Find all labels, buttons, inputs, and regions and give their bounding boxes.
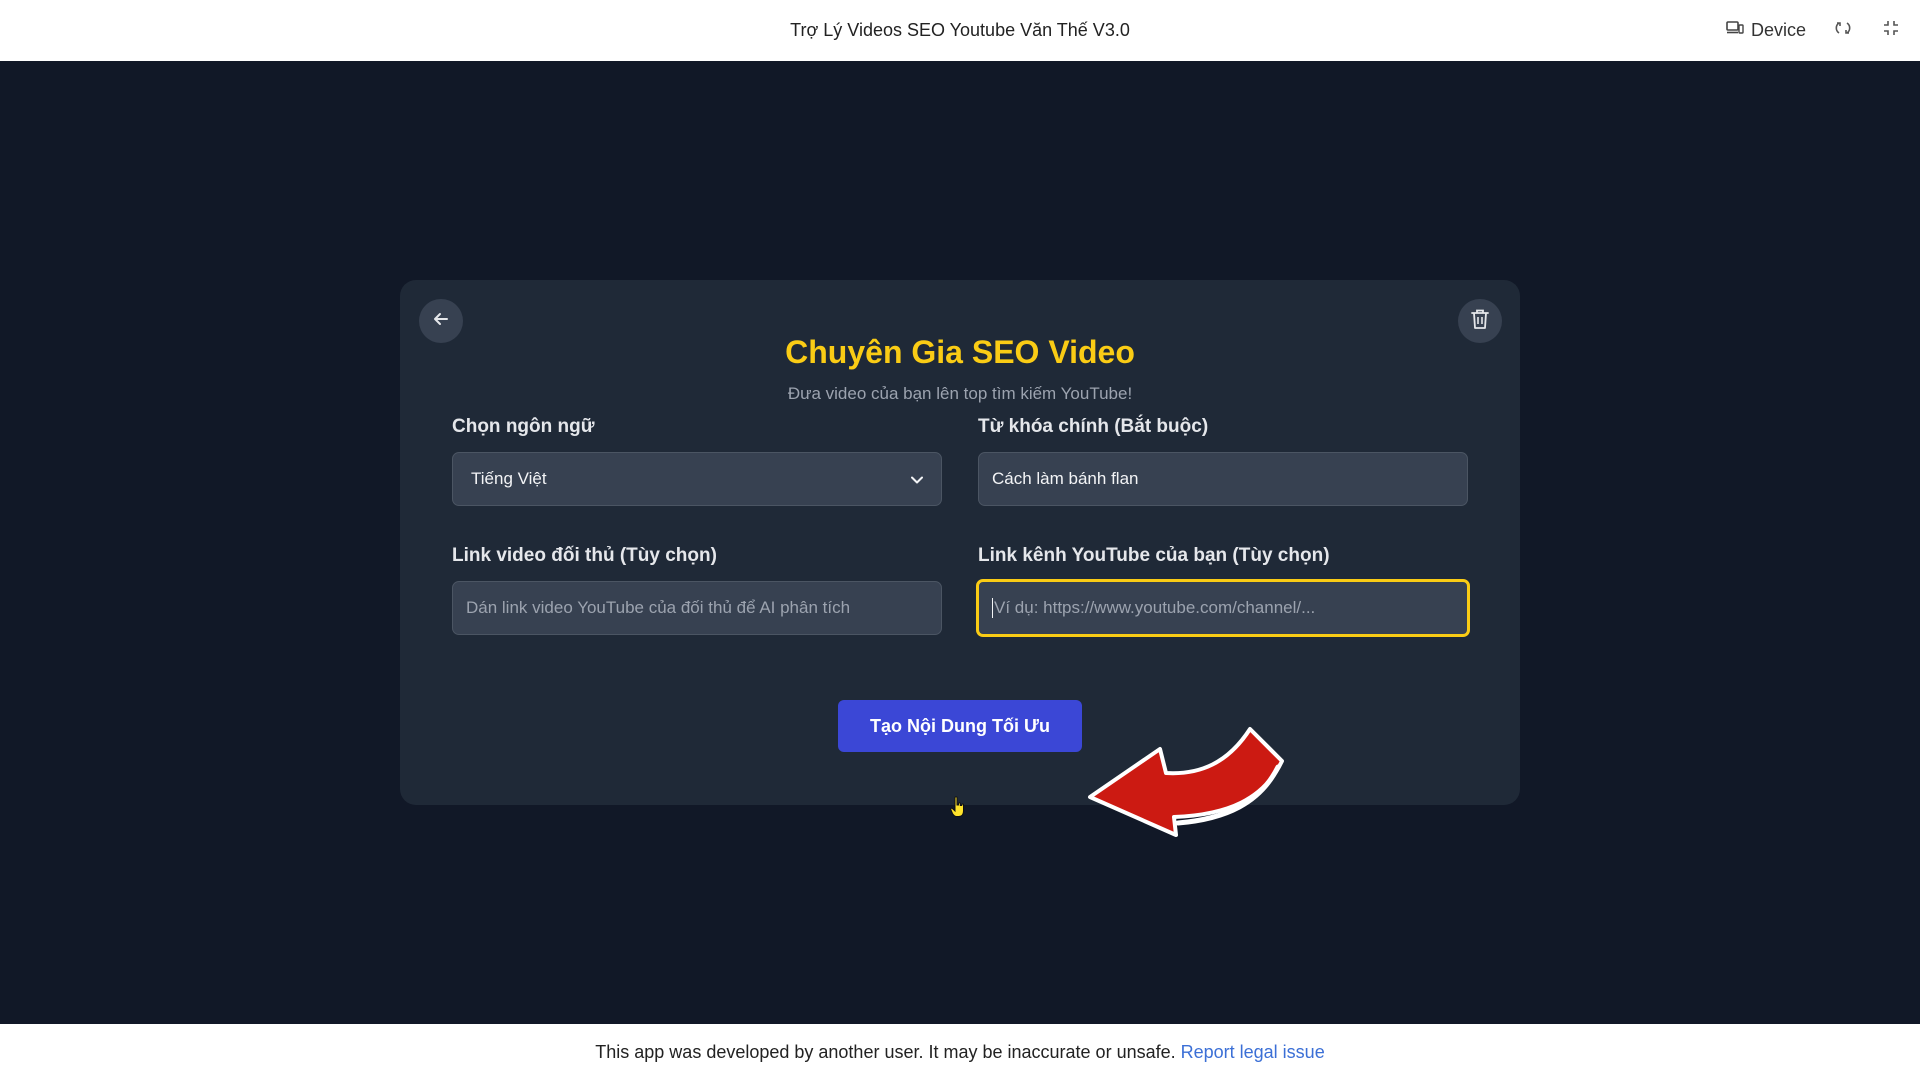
- fullscreen-icon: [1883, 20, 1899, 41]
- red-arrow-annotation: [1088, 727, 1284, 837]
- refresh-button[interactable]: [1832, 20, 1854, 42]
- device-button[interactable]: Device: [1726, 20, 1806, 41]
- top-actions: Device: [1726, 0, 1902, 61]
- competitor-link-input[interactable]: Dán link video YouTube của đối thủ để AI…: [452, 581, 942, 635]
- device-label: Device: [1750, 20, 1806, 40]
- trash-icon: [1470, 308, 1490, 335]
- fullscreen-button[interactable]: [1880, 20, 1902, 42]
- card-title: Chuyên Gia SEO Video: [785, 334, 1135, 370]
- report-legal-issue-link[interactable]: Report legal issue: [1181, 1042, 1325, 1062]
- back-arrow-icon: [432, 310, 450, 333]
- language-selected-value: Tiếng Việt: [471, 469, 547, 488]
- refresh-icon: [1835, 20, 1851, 41]
- competitor-link-label: Link video đối thủ (Tùy chọn): [452, 545, 717, 566]
- top-bar: Trợ Lý Videos SEO Youtube Văn Thế V3.0 D…: [0, 0, 1920, 62]
- hand-cursor-icon: [950, 796, 964, 817]
- text-caret: [992, 598, 993, 618]
- channel-link-label: Link kênh YouTube của bạn (Tùy chọn): [978, 545, 1330, 566]
- app-title: Trợ Lý Videos SEO Youtube Văn Thế V3.0: [790, 20, 1130, 40]
- footer-notice: This app was developed by another user. …: [595, 1042, 1176, 1062]
- keyword-input[interactable]: Cách làm bánh flan: [978, 452, 1468, 506]
- device-icon: [1726, 20, 1744, 41]
- main-area: Chuyên Gia SEO Video Đưa video của bạn l…: [0, 61, 1920, 1024]
- keyword-label: Từ khóa chính (Bắt buộc): [978, 416, 1209, 437]
- channel-link-placeholder: Ví dụ: https://www.youtube.com/channel/.…: [994, 598, 1316, 617]
- language-select[interactable]: Tiếng Việt: [452, 452, 942, 506]
- competitor-link-placeholder: Dán link video YouTube của đối thủ để AI…: [466, 598, 851, 617]
- footer: This app was developed by another user. …: [0, 1024, 1920, 1080]
- generate-content-button[interactable]: Tạo Nội Dung Tối Ưu: [838, 700, 1082, 752]
- channel-link-input[interactable]: Ví dụ: https://www.youtube.com/channel/.…: [976, 579, 1470, 637]
- keyword-value: Cách làm bánh flan: [992, 469, 1139, 488]
- card-subtitle: Đưa video của bạn lên top tìm kiếm YouTu…: [787, 384, 1133, 403]
- language-label: Chọn ngôn ngữ: [452, 416, 595, 437]
- chevron-down-icon: [911, 469, 923, 489]
- seo-form-card: Chuyên Gia SEO Video Đưa video của bạn l…: [400, 280, 1520, 805]
